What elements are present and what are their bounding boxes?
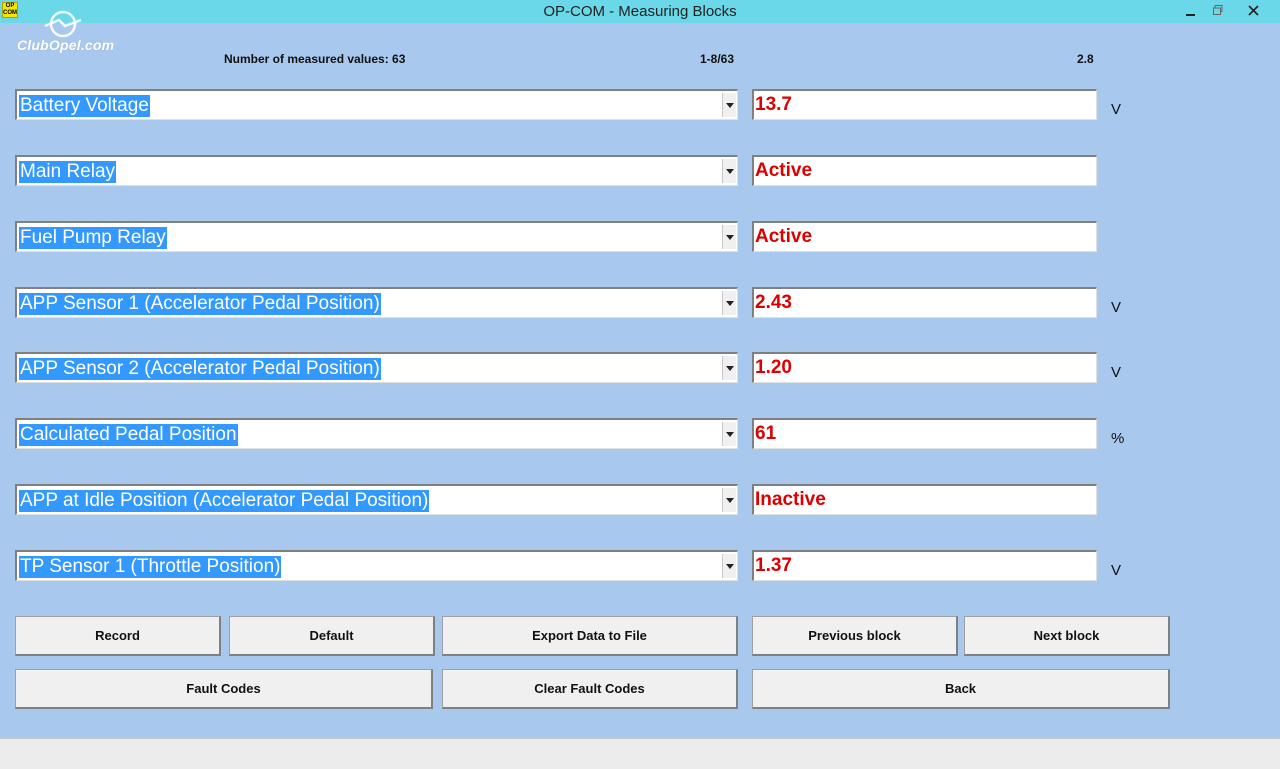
dropdown-arrow-icon[interactable] [722, 93, 736, 117]
export-data-button[interactable]: Export Data to File [442, 616, 738, 656]
default-button[interactable]: Default [229, 616, 435, 656]
dropdown-arrow-icon[interactable] [722, 291, 736, 315]
parameter-label: APP at Idle Position (Accelerator Pedal … [19, 490, 430, 512]
title-bar: OP COM OP-COM - Measuring Blocks [0, 0, 1280, 23]
value-field: 61 [752, 418, 1097, 449]
parameter-label: APP Sensor 1 (Accelerator Pedal Position… [19, 293, 381, 315]
block-range: 1-8/63 [700, 52, 735, 66]
dropdown-arrow-icon[interactable] [722, 488, 736, 512]
clubopel-logo: ClubOpel.com [15, 10, 125, 55]
parameter-label: Calculated Pedal Position [19, 424, 238, 446]
measurement-row: Battery Voltage 13.7 V [0, 89, 1280, 121]
parameter-label: Fuel Pump Relay [19, 227, 167, 249]
close-icon [1247, 3, 1259, 19]
unit-label: V [1111, 364, 1122, 381]
value-field: 1.37 [752, 550, 1097, 581]
parameter-label: TP Sensor 1 (Throttle Position) [19, 556, 282, 578]
opel-bolt-icon [44, 10, 82, 38]
value-field: 2.43 [752, 287, 1097, 318]
minimize-icon [1186, 3, 1196, 19]
measurement-row: Main Relay Active [0, 155, 1280, 187]
previous-block-button[interactable]: Previous block [752, 616, 958, 656]
parameter-select[interactable]: APP Sensor 1 (Accelerator Pedal Position… [15, 287, 738, 318]
record-button[interactable]: Record [15, 616, 221, 656]
version-label: 2.8 [1077, 52, 1094, 66]
unit-label: % [1111, 430, 1125, 447]
parameter-label: Main Relay [19, 161, 117, 183]
fault-codes-button[interactable]: Fault Codes [15, 669, 433, 709]
back-button[interactable]: Back [752, 669, 1170, 709]
parameter-select[interactable]: Calculated Pedal Position [15, 418, 738, 449]
dropdown-arrow-icon[interactable] [722, 159, 736, 183]
dropdown-arrow-icon[interactable] [722, 356, 736, 380]
parameter-select[interactable]: Fuel Pump Relay [15, 221, 738, 252]
parameter-label: APP Sensor 2 (Accelerator Pedal Position… [19, 358, 381, 380]
value-field: Inactive [752, 484, 1097, 515]
measurement-row: APP Sensor 1 (Accelerator Pedal Position… [0, 287, 1280, 319]
parameter-label: Battery Voltage [19, 95, 150, 117]
parameter-select[interactable]: TP Sensor 1 (Throttle Position) [15, 550, 738, 581]
dropdown-arrow-icon[interactable] [722, 225, 736, 249]
parameter-select[interactable]: APP at Idle Position (Accelerator Pedal … [15, 484, 738, 515]
next-block-button[interactable]: Next block [964, 616, 1170, 656]
measurement-row: APP at Idle Position (Accelerator Pedal … [0, 484, 1280, 516]
clear-fault-codes-button[interactable]: Clear Fault Codes [442, 669, 738, 709]
unit-label: V [1111, 299, 1122, 316]
measurement-row: APP Sensor 2 (Accelerator Pedal Position… [0, 352, 1280, 384]
parameter-select[interactable]: Battery Voltage [15, 89, 738, 120]
parameter-select[interactable]: APP Sensor 2 (Accelerator Pedal Position… [15, 352, 738, 383]
value-field: 1.20 [752, 352, 1097, 383]
dropdown-arrow-icon[interactable] [722, 554, 736, 578]
logo-text: ClubOpel.com [17, 37, 115, 53]
status-bar [0, 738, 1280, 769]
value-field: Active [752, 155, 1097, 186]
measured-count: Number of measured values: 63 [224, 52, 406, 66]
unit-label: V [1111, 101, 1122, 118]
measurement-row: Calculated Pedal Position 61 % [0, 418, 1280, 450]
parameter-select[interactable]: Main Relay [15, 155, 738, 186]
value-field: Active [752, 221, 1097, 252]
window-title: OP-COM - Measuring Blocks [543, 3, 737, 20]
measurement-row: Fuel Pump Relay Active [0, 221, 1280, 253]
restore-button[interactable] [1205, 0, 1231, 22]
dropdown-arrow-icon[interactable] [722, 422, 736, 446]
unit-label: V [1111, 562, 1122, 579]
value-field: 13.7 [752, 89, 1097, 120]
minimize-button[interactable] [1178, 0, 1204, 22]
restore-icon [1213, 4, 1223, 18]
close-button[interactable] [1240, 0, 1266, 22]
measurement-row: TP Sensor 1 (Throttle Position) 1.37 V [0, 550, 1280, 582]
